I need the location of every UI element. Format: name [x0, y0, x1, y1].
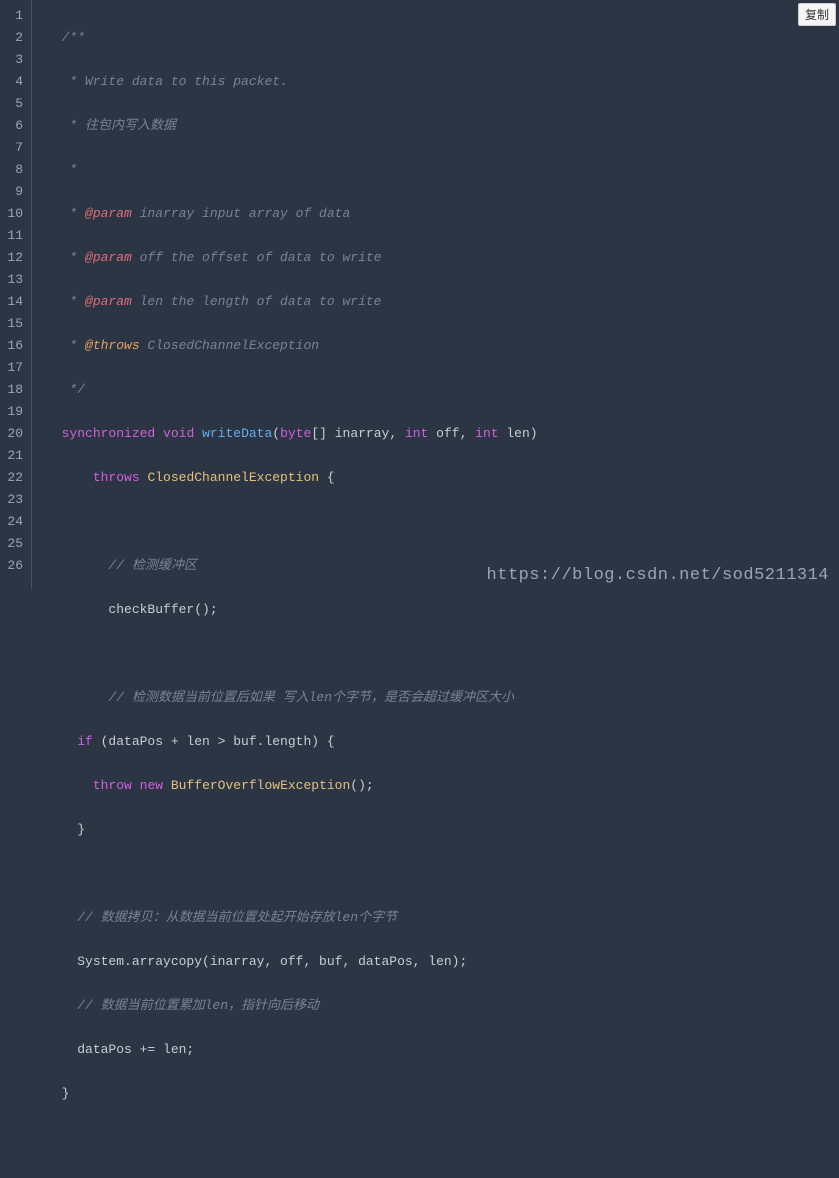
line-number: 11	[6, 225, 23, 247]
watermark-text: https://blog.csdn.net/sod5211314	[487, 566, 829, 585]
line-number: 21	[6, 445, 23, 467]
line-number: 4	[6, 71, 23, 93]
line-number: 19	[6, 401, 23, 423]
line-number: 7	[6, 137, 23, 159]
line-number: 2	[6, 27, 23, 49]
line-number: 14	[6, 291, 23, 313]
code-block: 复制 1234567891011121314151617181920212223…	[0, 0, 839, 589]
line-number: 15	[6, 313, 23, 335]
line-number: 3	[6, 49, 23, 71]
line-number-gutter: 1234567891011121314151617181920212223242…	[0, 0, 32, 589]
line-number: 20	[6, 423, 23, 445]
line-number: 5	[6, 93, 23, 115]
line-number: 26	[6, 555, 23, 577]
line-number: 22	[6, 467, 23, 489]
line-number: 6	[6, 115, 23, 137]
line-number: 10	[6, 203, 23, 225]
line-number: 25	[6, 533, 23, 555]
line-number: 24	[6, 511, 23, 533]
line-number: 16	[6, 335, 23, 357]
code-content[interactable]: /** * Write data to this packet. * 往包内写入…	[32, 0, 839, 589]
copy-button[interactable]: 复制	[798, 3, 836, 26]
line-number: 23	[6, 489, 23, 511]
line-number: 8	[6, 159, 23, 181]
line-number: 1	[6, 5, 23, 27]
line-number: 9	[6, 181, 23, 203]
line-number: 13	[6, 269, 23, 291]
line-number: 12	[6, 247, 23, 269]
line-number: 17	[6, 357, 23, 379]
line-number: 18	[6, 379, 23, 401]
